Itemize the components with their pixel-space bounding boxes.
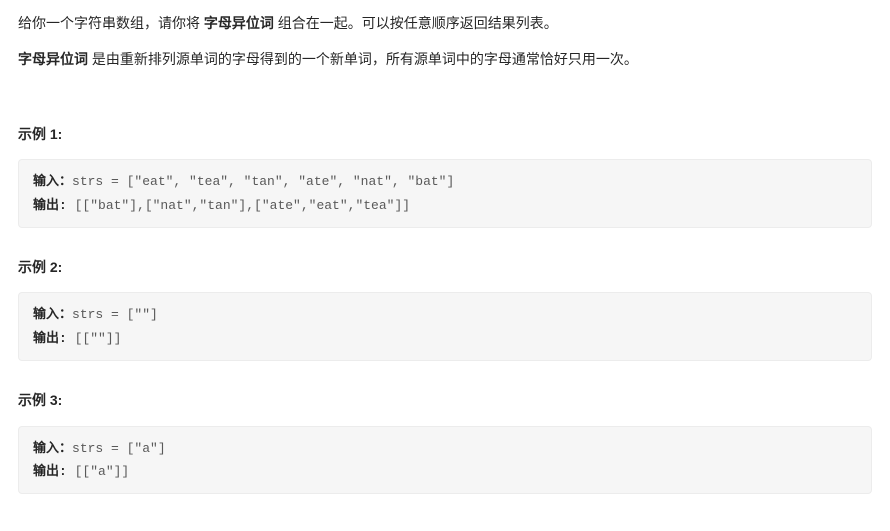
output-value: [[""]] <box>75 331 122 346</box>
input-value: strs = [""] <box>72 307 158 322</box>
description-paragraph-1: 给你一个字符串数组，请你将 字母异位词 组合在一起。可以按任意顺序返回结果列表。 <box>18 12 872 34</box>
example-heading-1: 示例 1: <box>18 123 872 145</box>
desc-p2-suffix: 是由重新排列源单词的字母得到的一个新单词，所有源单词中的字母通常恰好只用一次。 <box>88 51 638 67</box>
example-heading-3: 示例 3: <box>18 389 872 411</box>
input-label: 输入： <box>33 441 72 456</box>
output-value: [["a"]] <box>75 464 130 479</box>
input-value: strs = ["a"] <box>72 441 166 456</box>
output-value: [["bat"],["nat","tan"],["ate","eat","tea… <box>75 198 410 213</box>
output-label: 输出: <box>33 331 75 346</box>
input-label: 输入： <box>33 307 72 322</box>
desc-p2-bold: 字母异位词 <box>18 51 88 67</box>
example-code-2: 输入：strs = [""] 输出: [[""]] <box>18 292 872 361</box>
desc-p1-bold: 字母异位词 <box>204 15 274 31</box>
desc-p1-prefix: 给你一个字符串数组，请你将 <box>18 15 204 31</box>
output-label: 输出: <box>33 464 75 479</box>
desc-p1-suffix: 组合在一起。可以按任意顺序返回结果列表。 <box>274 15 558 31</box>
input-label: 输入： <box>33 174 72 189</box>
problem-description: 给你一个字符串数组，请你将 字母异位词 组合在一起。可以按任意顺序返回结果列表。… <box>18 12 872 71</box>
input-value: strs = ["eat", "tea", "tan", "ate", "nat… <box>72 174 454 189</box>
example-heading-2: 示例 2: <box>18 256 872 278</box>
output-label: 输出: <box>33 198 75 213</box>
description-paragraph-2: 字母异位词 是由重新排列源单词的字母得到的一个新单词，所有源单词中的字母通常恰好… <box>18 48 872 70</box>
example-code-1: 输入：strs = ["eat", "tea", "tan", "ate", "… <box>18 159 872 228</box>
example-code-3: 输入：strs = ["a"] 输出: [["a"]] <box>18 426 872 495</box>
